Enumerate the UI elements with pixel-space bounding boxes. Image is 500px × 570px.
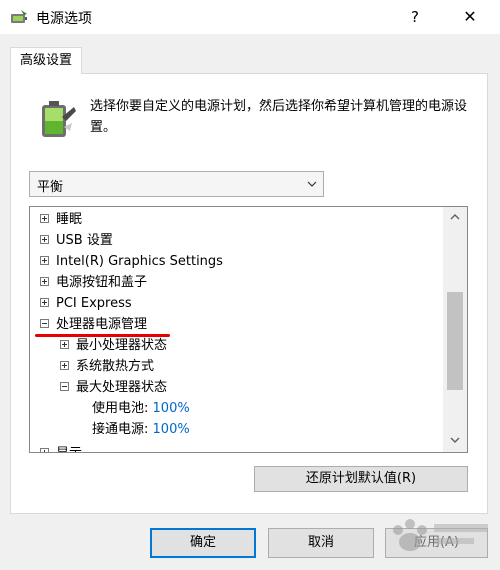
tree-item-intel-graphics[interactable]: Intel(R) Graphics Settings [40,251,223,272]
setting-label: 接通电源: [92,422,149,437]
tree-item-label: 显示 [56,446,82,452]
scrollbar-thumb[interactable] [447,292,463,390]
tree-item-processor-power[interactable]: 处理器电源管理 [40,314,147,335]
tree-item-label: 系统散热方式 [76,359,155,374]
tree-item-min-processor-state[interactable]: 最小处理器状态 [60,335,167,356]
expand-icon[interactable] [40,448,49,452]
apply-button[interactable]: 应用(A) [385,528,488,558]
tree-item-label: 最大处理器状态 [76,380,168,395]
expand-icon[interactable] [60,361,69,370]
battery-plug-icon [42,101,76,137]
help-button[interactable]: ? [400,4,430,30]
collapse-icon[interactable] [40,319,49,328]
cancel-button[interactable]: 取消 [268,528,374,558]
power-plan-select[interactable]: 平衡 [29,171,324,197]
setting-plugged-in[interactable]: 接通电源: 100% [92,419,190,440]
tree-item-label: Intel(R) Graphics Settings [56,254,223,269]
setting-value-link[interactable]: 100% [153,401,190,416]
tree-item-label: USB 设置 [56,233,113,248]
tree-item-label: PCI Express [56,296,132,311]
power-options-icon [11,10,27,23]
tree-item-display[interactable]: 显示 [40,443,82,452]
power-plan-selected: 平衡 [37,180,64,195]
window-title: 电源选项 [36,11,92,27]
close-button[interactable]: ✕ [455,4,485,30]
chevron-up-icon[interactable] [450,213,460,221]
tree-item-sleep[interactable]: 睡眠 [40,209,82,230]
collapse-icon[interactable] [60,382,69,391]
expand-icon[interactable] [40,277,49,286]
title-bar: 电源选项 ? ✕ [0,0,500,34]
expand-icon[interactable] [40,235,49,244]
setting-label: 使用电池: [92,401,149,416]
restore-defaults-button[interactable]: 还原计划默认值(R) [254,466,468,492]
expand-icon[interactable] [40,214,49,223]
tree-item-label: 处理器电源管理 [56,317,148,332]
setting-value-link[interactable]: 100% [153,422,190,437]
settings-tree[interactable]: 睡眠 USB 设置 Intel(R) Graphics Settings 电源按… [29,206,468,453]
tree-item-cooling-policy[interactable]: 系统散热方式 [60,356,154,377]
tree-item-label: 睡眠 [56,212,83,227]
tree-item-max-processor-state[interactable]: 最大处理器状态 [60,377,167,398]
setting-on-battery[interactable]: 使用电池: 100% [92,398,190,419]
tree-item-usb[interactable]: USB 设置 [40,230,113,251]
tab-advanced-settings[interactable]: 高级设置 [10,47,82,74]
chevron-down-icon [307,181,317,187]
tree-item-label: 最小处理器状态 [76,338,168,353]
ok-button[interactable]: 确定 [150,528,256,558]
tree-item-pci-express[interactable]: PCI Express [40,293,132,314]
expand-icon[interactable] [60,340,69,349]
tree-item-label: 电源按钮和盖子 [56,275,148,290]
tree-item-power-buttons[interactable]: 电源按钮和盖子 [40,272,147,293]
plan-description: 选择你要自定义的电源计划，然后选择你希望计算机管理的电源设置。 [90,99,468,135]
expand-icon[interactable] [40,298,49,307]
expand-icon[interactable] [40,256,49,265]
chevron-down-icon[interactable] [450,436,460,444]
tree-scrollbar[interactable] [443,207,467,452]
